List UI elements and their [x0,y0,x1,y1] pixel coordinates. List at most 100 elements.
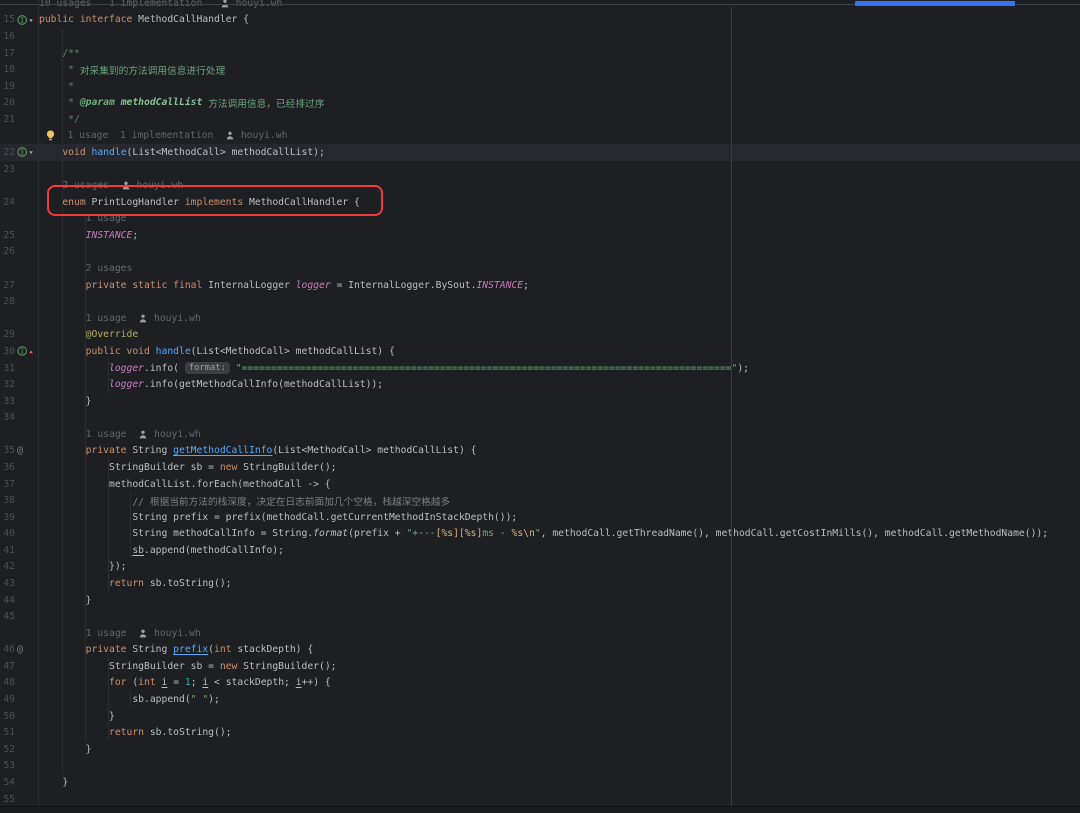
line-number[interactable]: 41 [0,545,15,556]
code-text: } [39,744,92,755]
code-line: 39 String prefix = prefix(methodCall.get… [0,509,1080,526]
line-number[interactable]: 29 [0,329,15,340]
method-overrides-icon[interactable]: I [15,343,39,360]
line-number[interactable]: 25 [0,230,15,241]
code-text: } [39,396,92,407]
code-token: .info(getMethodCallInfo(methodCallList))… [144,379,383,390]
line-number[interactable]: 16 [0,31,15,42]
line-number[interactable]: 38 [0,495,15,506]
indent-whitespace [39,479,109,490]
gutter: 40 [0,526,39,543]
gutter: 29 [0,327,39,344]
line-number[interactable]: 44 [0,595,15,606]
line-number[interactable]: 33 [0,396,15,407]
line-number[interactable]: 22 [0,147,15,158]
line-number[interactable]: 50 [0,711,15,722]
line-number[interactable]: 26 [0,246,15,257]
usage-hint-text: 1 usage 1 implementation [56,130,225,141]
line-number[interactable]: 42 [0,561,15,572]
line-number[interactable]: 39 [0,512,15,523]
code-token: String [127,445,174,456]
code-line: 36 StringBuilder sb = new StringBuilder(… [0,459,1080,476]
line-number[interactable]: 15 [0,14,15,25]
code-token: ms - [482,528,511,539]
code-token: ); [208,694,220,705]
gutter-spacer [15,277,39,294]
indent-whitespace [39,677,109,688]
code-text: } [39,595,92,606]
line-number[interactable]: 51 [0,727,15,738]
code-line: 46@ private String prefix(int stackDepth… [0,642,1080,659]
line-number[interactable]: 37 [0,479,15,490]
line-number[interactable]: 27 [0,280,15,291]
inlay-hint-row: 1 usage houyi.wh [0,310,1080,327]
line-number[interactable]: 18 [0,64,15,75]
code-token: MethodCallHandler { [132,14,249,25]
line-number[interactable]: 55 [0,794,15,805]
annotation-icon[interactable]: @ [15,642,39,659]
line-number[interactable]: 48 [0,677,15,688]
code-text: StringBuilder sb = new StringBuilder(); [39,462,336,473]
code-text: private String getMethodCallInfo(List<Me… [39,445,476,456]
code-token: ( [127,677,139,688]
code-token: methodCallList.forEach(methodCall -> { [109,479,331,490]
line-number[interactable]: 19 [0,81,15,92]
code-text: * [39,81,74,92]
line-number[interactable]: 46 [0,644,15,655]
code-token: } [86,396,92,407]
gutter-spacer [15,260,39,277]
usage-hint-text: houyi.wh [235,130,288,141]
gutter [0,426,39,443]
line-number[interactable]: 49 [0,694,15,705]
interface-implemented-icon[interactable]: I [15,144,39,161]
line-number[interactable]: 45 [0,611,15,622]
code-token: public interface [39,14,132,25]
code-token: InternalLogger [202,280,295,291]
code-token: // 根据当前方法的栈深度，决定在日志前面加几个空格，栈越深空格越多 [132,494,450,508]
line-number[interactable]: 43 [0,578,15,589]
code-token: */ [62,114,80,125]
gutter-spacer [15,708,39,725]
gutter-spacer [15,758,39,775]
line-number[interactable]: 28 [0,296,15,307]
line-number[interactable]: 47 [0,661,15,672]
line-number[interactable]: 34 [0,412,15,423]
annotation-icon[interactable]: @ [15,443,39,460]
code-line: 42 }); [0,559,1080,576]
line-number[interactable]: 31 [0,363,15,374]
gutter-spacer [15,774,39,791]
code-token: * [62,64,80,75]
line-number[interactable]: 40 [0,528,15,539]
line-number[interactable]: 54 [0,777,15,788]
line-number[interactable]: 52 [0,744,15,755]
line-number[interactable]: 36 [0,462,15,473]
interface-implemented-icon[interactable]: I [15,12,39,29]
gutter: 44 [0,592,39,609]
line-number[interactable]: 32 [0,379,15,390]
code-line: 29 @Override [0,327,1080,344]
code-text: logger.info( format: "==================… [39,362,749,374]
gutter [0,211,39,228]
usage-hint-text: 1 usage [86,628,139,639]
code-line: 54 } [0,774,1080,791]
line-number[interactable]: 20 [0,97,15,108]
code-text: 1 usage houyi.wh [39,429,201,440]
line-number[interactable]: 23 [0,164,15,175]
line-number[interactable]: 24 [0,197,15,208]
code-token: handle [92,147,127,158]
line-number[interactable]: 53 [0,760,15,771]
line-number[interactable]: 17 [0,48,15,59]
gutter-spacer [15,509,39,526]
line-number[interactable]: 21 [0,114,15,125]
intention-bulb-icon[interactable] [46,130,55,141]
gutter-spacer [15,94,39,111]
code-editor[interactable]: 10 usages 1 implementation houyi.wh15Ipu… [0,0,1080,813]
line-number[interactable]: 30 [0,346,15,357]
code-line: 15Ipublic interface MethodCallHandler { [0,12,1080,29]
line-number[interactable]: 35 [0,445,15,456]
code-line: 17 /** [0,45,1080,62]
code-text: String prefix = prefix(methodCall.getCur… [39,512,517,523]
gutter: 21 [0,111,39,128]
code-line: 51 return sb.toString(); [0,724,1080,741]
code-line: 43 return sb.toString(); [0,575,1080,592]
